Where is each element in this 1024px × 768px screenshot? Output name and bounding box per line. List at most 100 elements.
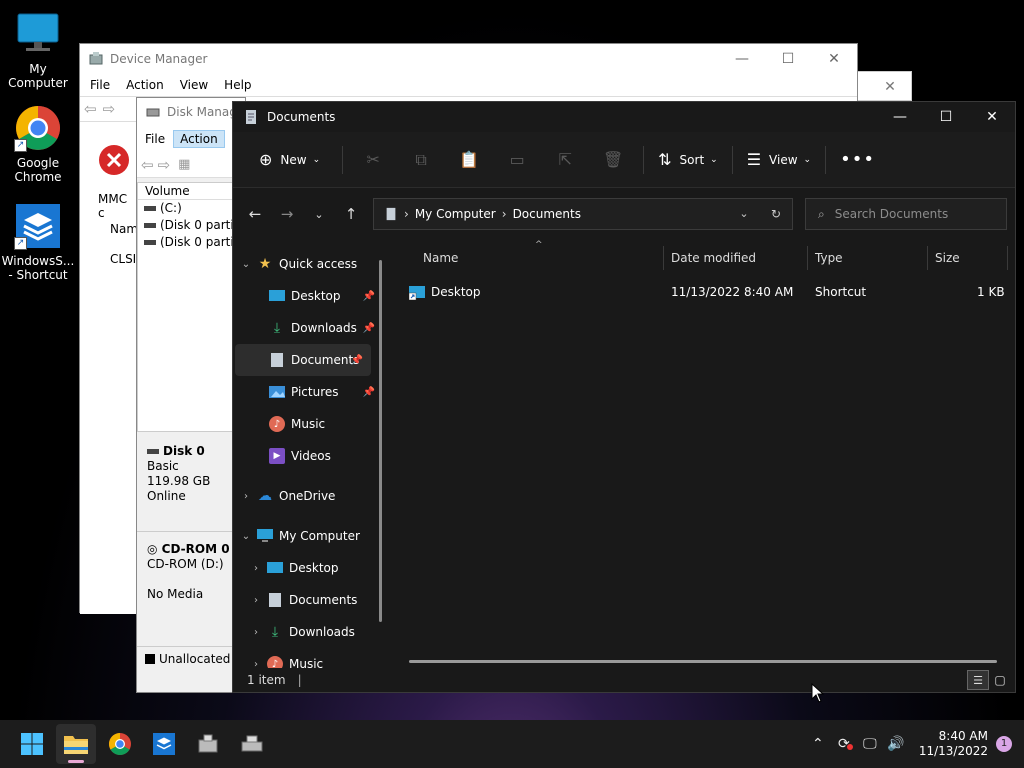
volume-icon[interactable]: 🔊 [883, 736, 909, 752]
nav-pc-music[interactable]: › ♪ Music [233, 648, 383, 668]
network-icon[interactable]: 🖵 [857, 736, 883, 752]
details-view-icon[interactable]: ☰ [967, 670, 989, 690]
grid-icon[interactable]: ▦ [178, 157, 190, 172]
menubar: File Action View Help [80, 74, 857, 96]
breadcrumb-documents[interactable]: Documents [513, 207, 581, 221]
back-arrow-icon[interactable]: ⇦ [141, 156, 154, 174]
close-icon[interactable]: ✕ [811, 44, 857, 74]
back-arrow-icon[interactable]: ⇦ [84, 100, 97, 118]
column-header-name[interactable]: Name [417, 242, 458, 274]
refresh-icon[interactable]: ↻ [760, 207, 792, 221]
pin-icon[interactable]: 📌 [363, 291, 375, 302]
pin-icon[interactable]: 📌 [351, 355, 363, 366]
copy-icon[interactable]: ⧉ [397, 144, 445, 176]
taskbar-file-explorer[interactable] [56, 724, 96, 764]
menu-view[interactable]: View [172, 78, 216, 92]
rename-icon[interactable]: ▭ [493, 144, 541, 176]
column-header-date[interactable]: Date modified [665, 242, 756, 274]
desktop-folder-icon [269, 288, 285, 304]
sort-button[interactable]: ⇅ Sort ⌄ [650, 144, 726, 176]
explorer-titlebar[interactable]: Documents — ☐ ✕ [233, 102, 1015, 132]
menu-help[interactable]: Help [216, 78, 259, 92]
breadcrumb-my-computer[interactable]: My Computer [415, 207, 496, 221]
start-button[interactable] [12, 724, 52, 764]
disk-management-window[interactable]: Disk Manage File Action ⇦ ⇨ ▦ Volume (C:… [136, 97, 247, 693]
desktop-icon-google-chrome[interactable]: ↗ Google Chrome [0, 104, 76, 184]
desktop-icon-windows-shortcut[interactable]: ↗ WindowsS... - Shortcut [0, 202, 76, 282]
clock[interactable]: 8:40 AM 11/13/2022 [919, 729, 988, 759]
nav-quick-pictures[interactable]: Pictures 📌 [233, 376, 383, 408]
disk-name: Disk 0 [163, 444, 205, 458]
recent-locations-chevron-icon[interactable]: ⌄ [303, 198, 335, 230]
menu-file[interactable]: File [137, 132, 173, 146]
nav-onedrive[interactable]: › ☁ OneDrive [233, 480, 383, 512]
nav-quick-videos[interactable]: ▶ Videos [233, 440, 383, 472]
chevron-up-icon[interactable]: ⌃ [805, 736, 831, 752]
view-button[interactable]: ☰ View ⌄ [739, 144, 819, 176]
disk0-panel[interactable]: Disk 0 Basic 119.98 GB Online [137, 440, 247, 532]
column-header-size[interactable]: Size [929, 242, 960, 274]
table-row[interactable]: Desktop 11/13/2022 8:40 AM Shortcut 1 KB [391, 280, 1011, 304]
search-input[interactable]: ⌕ Search Documents [805, 198, 1007, 230]
notification-badge[interactable]: 1 [996, 736, 1012, 752]
tiles-view-icon[interactable]: ▢ [989, 670, 1011, 690]
pin-icon[interactable]: 📌 [363, 387, 375, 398]
column-header-type[interactable]: Type [809, 242, 843, 274]
file-explorer-window[interactable]: Documents — ☐ ✕ ⊕ New ⌄ ✂ ⧉ 📋 ▭ ⇱ 🗑 ⇅ Sort ⌄… [232, 101, 1016, 693]
nav-pc-documents[interactable]: › Documents [233, 584, 383, 616]
address-bar[interactable]: › My Computer › Documents ⌄ ↻ [373, 198, 793, 230]
volume-row[interactable]: (C:) [138, 200, 246, 217]
menu-action[interactable]: Action [118, 78, 172, 92]
cdrom-panel[interactable]: ◎ CD-ROM 0 CD-ROM (D:) No Media [137, 538, 247, 638]
nav-quick-downloads[interactable]: ⤓ Downloads 📌 [233, 312, 383, 344]
chevron-down-icon[interactable]: ⌄ [235, 259, 257, 270]
maximize-icon[interactable]: ☐ [765, 44, 811, 74]
nav-quick-documents[interactable]: Documents 📌 [235, 344, 371, 376]
cut-icon[interactable]: ✂ [349, 144, 397, 176]
menu-file[interactable]: File [82, 78, 118, 92]
new-button[interactable]: ⊕ New ⌄ [251, 144, 328, 176]
chevron-down-icon[interactable]: ⌄ [235, 531, 257, 542]
chevron-right-icon[interactable]: › [245, 595, 267, 606]
taskbar-device-manager[interactable] [188, 724, 228, 764]
close-icon[interactable]: ✕ [969, 102, 1015, 132]
nav-quick-music[interactable]: ♪ Music [233, 408, 383, 440]
nav-scrollbar[interactable] [379, 260, 382, 622]
more-options-icon[interactable]: ••• [832, 144, 883, 176]
taskbar-chrome[interactable] [100, 724, 140, 764]
chevron-right-icon[interactable]: › [245, 627, 267, 638]
chevron-right-icon[interactable]: › [235, 491, 257, 502]
delete-icon[interactable]: 🗑 [589, 144, 637, 176]
sync-icon[interactable]: ⟳ [831, 736, 857, 752]
disk-management-titlebar[interactable]: Disk Manage [137, 98, 245, 126]
minimize-icon[interactable]: — [719, 44, 765, 74]
forward-arrow-icon[interactable]: ⇨ [158, 156, 171, 174]
nav-my-computer[interactable]: ⌄ My Computer [233, 520, 383, 552]
share-icon[interactable]: ⇱ [541, 144, 589, 176]
minimize-icon[interactable]: — [877, 102, 923, 132]
volume-row[interactable]: (Disk 0 partiti [138, 217, 246, 234]
device-manager-titlebar[interactable]: Device Manager — ☐ ✕ [80, 44, 857, 74]
chevron-right-icon[interactable]: › [245, 563, 267, 574]
forward-arrow-icon[interactable]: → [271, 198, 303, 230]
paste-icon[interactable]: 📋 [445, 144, 493, 176]
maximize-icon[interactable]: ☐ [923, 102, 969, 132]
volume-row[interactable]: (Disk 0 partiti [138, 234, 246, 251]
nav-quick-access[interactable]: ⌄ ★ Quick access [233, 248, 383, 280]
pin-icon[interactable]: 📌 [363, 323, 375, 334]
nav-pc-downloads[interactable]: › ⤓ Downloads [233, 616, 383, 648]
chevron-right-icon[interactable]: › [245, 659, 267, 669]
desktop-icon-my-computer[interactable]: My Computer [0, 10, 76, 90]
back-arrow-icon[interactable]: ← [239, 198, 271, 230]
taskbar-windows-sandbox[interactable] [144, 724, 184, 764]
up-arrow-icon[interactable]: ↑ [335, 198, 367, 230]
horizontal-scrollbar[interactable] [409, 660, 997, 663]
taskbar-disk-management[interactable] [232, 724, 272, 764]
menu-action[interactable]: Action [173, 130, 225, 148]
column-header-volume[interactable]: Volume [138, 183, 246, 200]
nav-pc-desktop[interactable]: › Desktop [233, 552, 383, 584]
nav-quick-desktop[interactable]: Desktop 📌 [233, 280, 383, 312]
close-icon[interactable]: ✕ [867, 72, 913, 102]
chevron-down-icon[interactable]: ⌄ [728, 207, 760, 221]
forward-arrow-icon[interactable]: ⇨ [103, 100, 116, 118]
